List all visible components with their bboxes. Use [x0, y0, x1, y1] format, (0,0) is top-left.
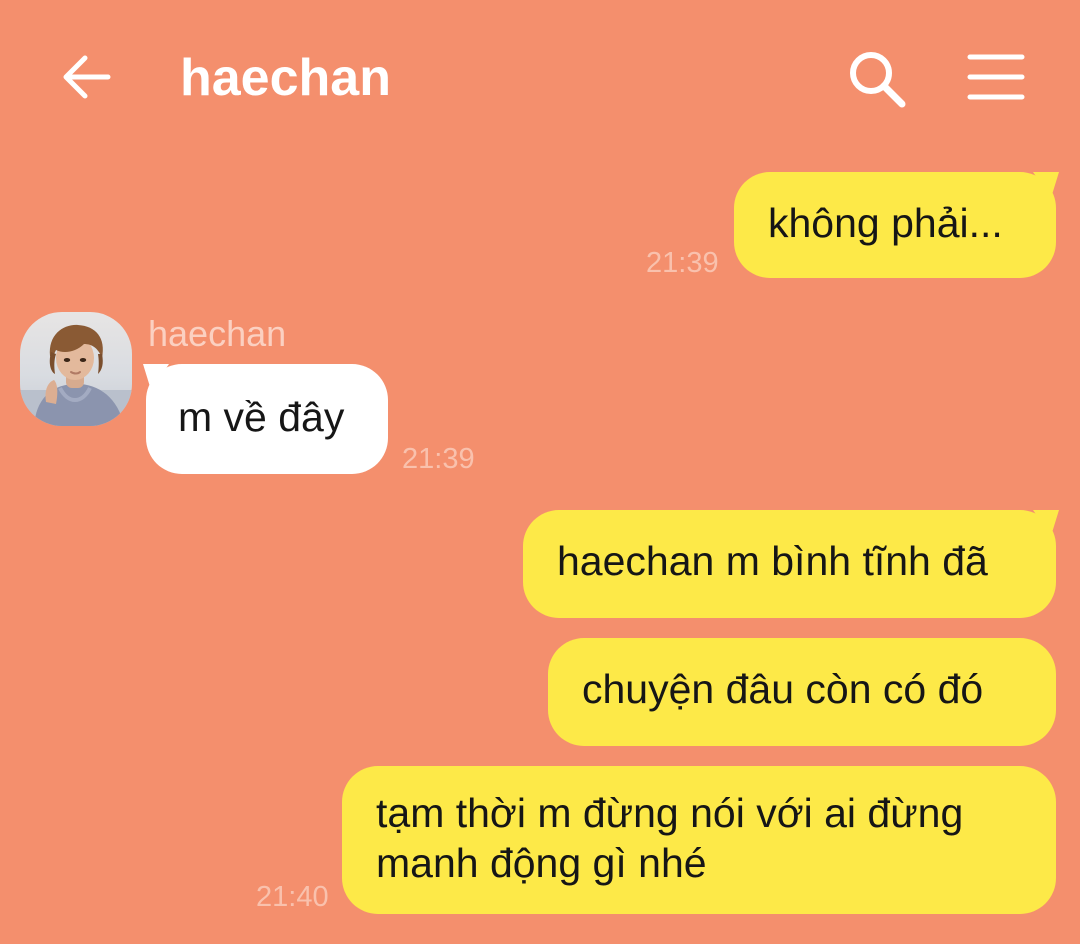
arrow-left-icon: [63, 55, 111, 99]
message-timestamp: 21:40: [256, 881, 329, 913]
avatar[interactable]: [20, 312, 132, 426]
message-text: m về đây: [178, 394, 345, 440]
back-button[interactable]: [58, 48, 116, 106]
menu-button[interactable]: [964, 48, 1026, 106]
message-text: không phải...: [768, 200, 1003, 246]
chat-title[interactable]: haechan: [180, 46, 391, 110]
outgoing-message-bubble[interactable]: tạm thời m đừng nói với ai đừng manh độn…: [342, 766, 1056, 914]
message-timestamp: 21:39: [402, 443, 475, 475]
message-text-line: manh động gì nhé: [376, 840, 707, 886]
hamburger-menu-icon: [967, 54, 1025, 100]
avatar-photo: [20, 312, 132, 426]
message-text-line: tạm thời m đừng nói với ai đừng: [376, 790, 964, 836]
outgoing-message-bubble[interactable]: haechan m bình tĩnh đã: [523, 510, 1059, 618]
bubble-tail: [1033, 510, 1059, 536]
chat-screen: haechan không phải... 21:39 haechan m về…: [0, 0, 1080, 944]
outgoing-message-bubble[interactable]: chuyện đâu còn có đó: [548, 638, 1056, 746]
message-text: haechan m bình tĩnh đã: [557, 538, 988, 584]
bubble-tail: [1033, 172, 1059, 198]
message-text: chuyện đâu còn có đó: [582, 666, 984, 712]
sender-name: haechan: [148, 313, 287, 354]
search-button[interactable]: [846, 48, 908, 110]
incoming-message-bubble[interactable]: m về đây: [143, 364, 388, 474]
outgoing-message-bubble[interactable]: không phải...: [734, 172, 1059, 278]
message-timestamp: 21:39: [646, 247, 719, 279]
bubble-tail: [143, 364, 169, 390]
search-icon: [850, 52, 906, 108]
